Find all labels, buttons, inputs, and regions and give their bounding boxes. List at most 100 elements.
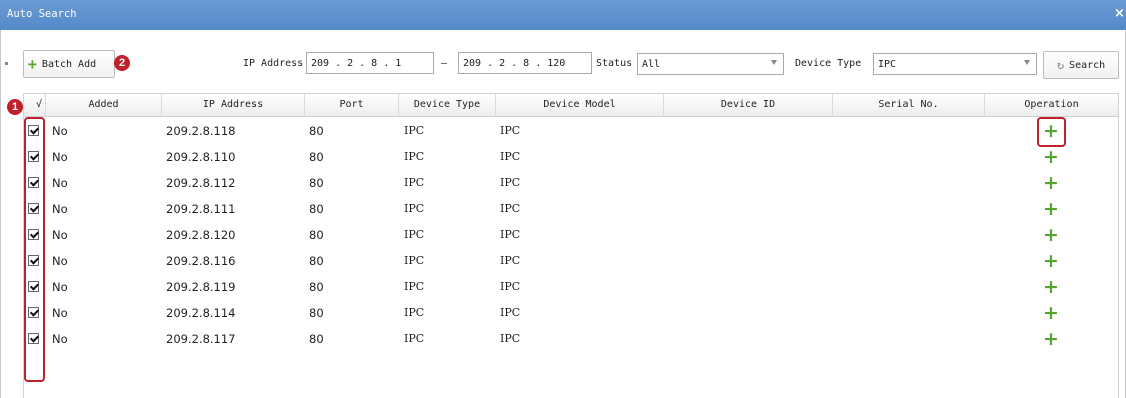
ip-end-octet-4: 120 (547, 57, 566, 69)
table-row[interactable]: No 209.2.8.117 80 IPC IPC + (24, 326, 1118, 352)
cell-ip: 209.2.8.119 (166, 280, 236, 294)
search-label: Search (1069, 59, 1106, 71)
status-label: Status (596, 58, 633, 69)
cell-type: IPC (404, 306, 425, 319)
cell-model: IPC (500, 202, 521, 215)
cell-type: IPC (404, 124, 425, 137)
cell-port: 80 (309, 332, 324, 346)
cell-port: 80 (309, 254, 324, 268)
status-value: All (642, 58, 661, 70)
cell-model: IPC (500, 280, 521, 293)
cell-model: IPC (500, 124, 521, 137)
batch-add-label: Batch Add (41, 58, 97, 70)
ip-end-octet-2: 2 (499, 57, 506, 69)
header-device-type[interactable]: Device Type (399, 94, 496, 116)
add-device-icon[interactable]: + (1040, 326, 1062, 352)
window-title: Auto Search (7, 8, 77, 20)
cell-type: IPC (404, 202, 425, 215)
cell-port: 80 (309, 280, 324, 294)
annotation-badge-2: 2 (114, 55, 130, 71)
ip-start-octet-2: 2 (347, 57, 354, 69)
header-device-model[interactable]: Device Model (496, 94, 664, 116)
header-device-id[interactable]: Device ID (664, 94, 833, 116)
cell-added: No (52, 254, 68, 268)
cell-ip: 209.2.8.116 (166, 254, 236, 268)
header-serial-no[interactable]: Serial No. (833, 94, 985, 116)
cell-added: No (52, 332, 68, 346)
device-type-value: IPC (878, 58, 897, 70)
batch-add-button[interactable]: + Batch Add (23, 50, 115, 78)
table-row[interactable]: No 209.2.8.120 80 IPC IPC + (24, 222, 1118, 248)
add-device-icon[interactable]: + (1040, 144, 1062, 170)
add-device-icon[interactable]: + (1040, 248, 1062, 274)
cell-added: No (52, 124, 68, 138)
chevron-down-icon (771, 60, 777, 65)
table-row[interactable]: No 209.2.8.110 80 IPC IPC + (24, 144, 1118, 170)
table-row[interactable]: No 209.2.8.111 80 IPC IPC + (24, 196, 1118, 222)
cell-port: 80 (309, 176, 324, 190)
header-ip-address[interactable]: IP Address (162, 94, 305, 116)
cell-ip: 209.2.8.117 (166, 332, 236, 346)
ip-range-separator: – (441, 58, 448, 69)
header-port[interactable]: Port (305, 94, 399, 116)
header-select-all[interactable]: √ (24, 94, 46, 116)
cell-added: No (52, 176, 68, 190)
table-row[interactable]: No 209.2.8.119 80 IPC IPC + (24, 274, 1118, 300)
table-row[interactable]: No 209.2.8.118 80 IPC IPC + (24, 118, 1118, 144)
chevron-down-icon (1024, 60, 1030, 65)
ip-start-octet-4: 1 (395, 57, 402, 69)
cell-port: 80 (309, 202, 324, 216)
cell-ip: 209.2.8.118 (166, 124, 236, 138)
cell-added: No (52, 306, 68, 320)
cell-ip: 209.2.8.111 (166, 202, 236, 216)
ip-start-octet-3: 8 (371, 57, 378, 69)
cell-model: IPC (500, 228, 521, 241)
add-device-icon[interactable]: + (1040, 222, 1062, 248)
close-icon[interactable]: × (1114, 6, 1126, 22)
annotation-highlight-checkboxes (24, 117, 45, 382)
cell-model: IPC (500, 150, 521, 163)
cell-ip: 209.2.8.110 (166, 150, 236, 164)
search-button[interactable]: ↻ Search (1043, 51, 1119, 79)
cell-added: No (52, 228, 68, 242)
cell-model: IPC (500, 332, 521, 345)
device-table: √ Added IP Address Port Device Type Devi… (23, 93, 1119, 398)
annotation-highlight-add (1037, 117, 1066, 147)
ip-end-field[interactable]: 209. 2. 8. 120 (458, 52, 592, 74)
ip-end-octet-1: 209 (463, 57, 482, 69)
add-device-icon[interactable]: + (1040, 274, 1062, 300)
cell-added: No (52, 150, 68, 164)
cell-added: No (52, 280, 68, 294)
header-operation[interactable]: Operation (985, 94, 1118, 116)
splitter-handle (5, 62, 8, 65)
cell-added: No (52, 202, 68, 216)
refresh-icon: ↻ (1056, 58, 1065, 72)
ip-start-field[interactable]: 209. 2. 8. 1 (306, 52, 434, 74)
cell-port: 80 (309, 306, 324, 320)
cell-port: 80 (309, 228, 324, 242)
table-row[interactable]: No 209.2.8.112 80 IPC IPC + (24, 170, 1118, 196)
title-bar: Auto Search × (0, 0, 1126, 30)
cell-ip: 209.2.8.112 (166, 176, 236, 190)
plus-icon: + (27, 54, 37, 73)
cell-model: IPC (500, 254, 521, 267)
table-header: √ Added IP Address Port Device Type Devi… (24, 94, 1118, 117)
cell-type: IPC (404, 228, 425, 241)
add-device-icon[interactable]: + (1040, 196, 1062, 222)
cell-model: IPC (500, 176, 521, 189)
cell-port: 80 (309, 124, 324, 138)
device-type-label: Device Type (795, 58, 862, 69)
ip-end-octet-3: 8 (523, 57, 530, 69)
cell-type: IPC (404, 280, 425, 293)
cell-port: 80 (309, 150, 324, 164)
header-added[interactable]: Added (46, 94, 162, 116)
add-device-icon[interactable]: + (1040, 170, 1062, 196)
add-device-icon[interactable]: + (1040, 300, 1062, 326)
cell-type: IPC (404, 176, 425, 189)
table-row[interactable]: No 209.2.8.116 80 IPC IPC + (24, 248, 1118, 274)
ip-address-label: IP Address (243, 58, 304, 69)
table-row[interactable]: No 209.2.8.114 80 IPC IPC + (24, 300, 1118, 326)
device-type-select[interactable]: IPC (873, 53, 1037, 75)
status-select[interactable]: All (637, 53, 784, 75)
cell-type: IPC (404, 332, 425, 345)
